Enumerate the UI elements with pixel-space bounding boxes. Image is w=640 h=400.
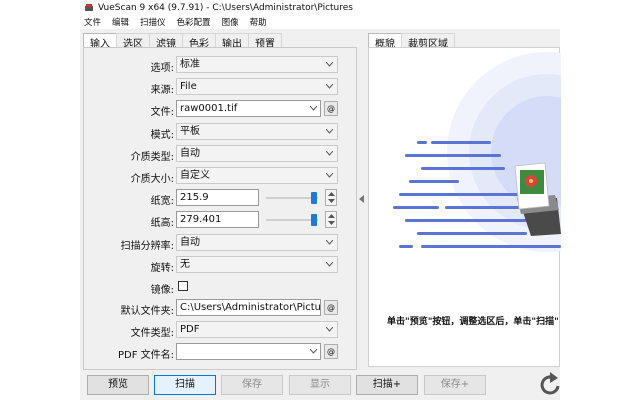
tab-filter[interactable]: 滤镜: [149, 33, 183, 50]
paper-height-input[interactable]: 279.401: [176, 211, 259, 228]
paper-height-slider-thumb[interactable]: [310, 214, 317, 226]
paper-width-row: 纸宽: 215.9: [84, 189, 356, 207]
file-type-label: 文件类型:: [130, 328, 174, 339]
source-label: 来源:: [150, 85, 174, 96]
paper-width-slider[interactable]: [266, 192, 318, 204]
paper-height-row: 纸高: 279.401: [84, 211, 356, 229]
option-label: 选项:: [150, 63, 174, 74]
browse-folder-button[interactable]: @: [324, 300, 338, 315]
scan-resolution-select[interactable]: 自动: [176, 234, 338, 251]
default-folder-row: 默认文件夹: C:\Users\Administrator\Pictu @: [84, 299, 356, 317]
scan-resolution-row: 扫描分辨率: 自动: [84, 234, 356, 252]
tab-crop-area[interactable]: 裁剪区域: [401, 33, 455, 50]
menu-image[interactable]: 图像: [221, 16, 240, 28]
chevron-down-icon[interactable]: [328, 199, 335, 203]
default-folder-input[interactable]: C:\Users\Administrator\Pictu: [176, 299, 321, 316]
tab-color[interactable]: 色彩: [182, 33, 216, 50]
paper-width-spinner[interactable]: [325, 189, 337, 206]
media-type-row: 介质类型: 自动: [84, 145, 356, 163]
input-settings-panel: 选项: 标准 来源: File 文件: raw0001.tif @ 模式: 平板…: [83, 47, 357, 370]
save-button[interactable]: 保存: [221, 375, 283, 395]
display-button[interactable]: 显示: [289, 375, 351, 395]
browse-file-button[interactable]: @: [324, 101, 338, 116]
vuescan-app-icon: [85, 3, 93, 11]
mode-select[interactable]: 平板: [176, 123, 338, 140]
chevron-down-icon: [326, 84, 333, 89]
window-title: VueScan 9 x64 (9.7.91) - C:\Users\Admini…: [98, 2, 353, 13]
media-size-label: 介质大小:: [130, 174, 174, 185]
chevron-down-icon: [326, 173, 333, 178]
tab-output[interactable]: 输出: [215, 33, 249, 50]
paper-height-label: 纸高:: [150, 218, 174, 229]
mode-label: 模式:: [150, 130, 174, 141]
paper-height-spinner[interactable]: [325, 211, 337, 228]
menu-edit[interactable]: 编辑: [111, 16, 130, 28]
scan-resolution-label: 扫描分辨率:: [120, 241, 174, 252]
tab-crop[interactable]: 选区: [116, 33, 150, 50]
source-select[interactable]: File: [176, 78, 338, 95]
option-row: 选项: 标准: [84, 56, 356, 74]
chevron-down-icon: [326, 327, 333, 332]
paper-height-slider[interactable]: [266, 214, 318, 226]
chevron-up-icon[interactable]: [328, 214, 335, 218]
chevron-down-icon: [310, 349, 317, 354]
chevron-down-icon: [326, 151, 333, 156]
chevron-down-icon: [326, 62, 333, 67]
option-select[interactable]: 标准: [176, 56, 338, 73]
collapse-panel-icon[interactable]: [357, 194, 367, 204]
mirror-checkbox[interactable]: [178, 281, 188, 291]
scan-plus-button[interactable]: 扫描+: [356, 375, 418, 395]
preview-button[interactable]: 预览: [87, 375, 149, 395]
source-row: 来源: File: [84, 78, 356, 96]
preview-tabs: 概貌 裁剪区域: [368, 33, 455, 50]
chevron-down-icon: [310, 106, 317, 111]
paper-width-input[interactable]: 215.9: [176, 189, 259, 206]
menu-file[interactable]: 文件: [83, 16, 102, 28]
rotation-label: 旋转:: [150, 263, 174, 274]
media-size-select[interactable]: 自定义: [176, 167, 338, 184]
default-folder-label: 默认文件夹:: [120, 306, 174, 317]
preview-hint-text: 单击"预览"按钮，调整选区后，单击"扫描": [387, 317, 559, 327]
menu-color-profile[interactable]: 色彩配置: [176, 16, 212, 28]
tab-prefs[interactable]: 预置: [248, 33, 282, 50]
settings-tabs: 输入 选区 滤镜 色彩 输出 预置: [83, 33, 282, 50]
menu-scanner[interactable]: 扫描仪: [139, 16, 167, 28]
media-size-row: 介质大小: 自定义: [84, 167, 356, 185]
refresh-icon[interactable]: [538, 370, 562, 398]
menu-help[interactable]: 帮助: [249, 16, 268, 28]
app-window: VueScan 9 x64 (9.7.91) - C:\Users\Admini…: [80, 0, 561, 400]
chevron-down-icon[interactable]: [328, 221, 335, 225]
mirror-row: 镜像:: [84, 278, 356, 296]
pdf-filename-label: PDF 文件名:: [117, 350, 174, 361]
scan-button[interactable]: 扫描: [154, 375, 216, 395]
mode-row: 模式: 平板: [84, 123, 356, 141]
file-combo[interactable]: raw0001.tif: [176, 100, 321, 117]
file-type-select[interactable]: PDF: [176, 321, 338, 338]
chevron-down-icon: [326, 262, 333, 267]
action-bar: 预览 扫描 保存 显示 扫描+ 保存+: [80, 372, 560, 396]
rotation-row: 旋转: 无: [84, 256, 356, 274]
media-type-label: 介质类型:: [130, 152, 174, 163]
chevron-down-icon: [326, 129, 333, 134]
file-row: 文件: raw0001.tif @: [84, 100, 356, 118]
chevron-up-icon[interactable]: [328, 192, 335, 196]
save-plus-button[interactable]: 保存+: [424, 375, 486, 395]
pdf-filename-row: PDF 文件名: @: [84, 343, 356, 361]
pdf-filename-combo[interactable]: [176, 343, 321, 360]
chevron-down-icon: [326, 240, 333, 245]
title-bar: VueScan 9 x64 (9.7.91) - C:\Users\Admini…: [80, 0, 560, 15]
file-label: 文件:: [150, 107, 174, 118]
mirror-label: 镜像:: [150, 285, 174, 296]
paper-width-label: 纸宽:: [150, 196, 174, 207]
menu-bar: 文件 编辑 扫描仪 色彩配置 图像 帮助: [80, 15, 560, 29]
media-type-select[interactable]: 自动: [176, 145, 338, 162]
rotation-select[interactable]: 无: [176, 256, 338, 273]
browse-pdf-button[interactable]: @: [324, 344, 338, 359]
preview-panel: 单击"预览"按钮，调整选区后，单击"扫描": [368, 47, 561, 367]
file-type-row: 文件类型: PDF: [84, 321, 356, 339]
paper-width-slider-thumb[interactable]: [310, 192, 317, 204]
